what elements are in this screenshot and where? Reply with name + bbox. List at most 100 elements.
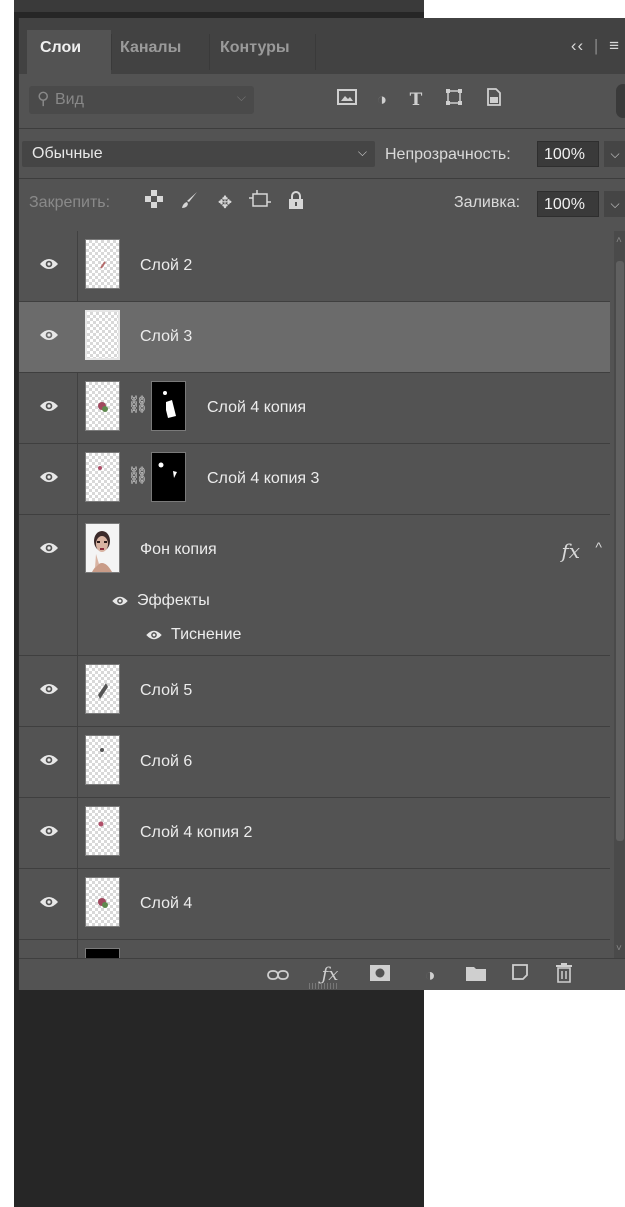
effects-visibility-eye-icon[interactable] xyxy=(111,595,129,607)
layer-mask-thumbnail[interactable] xyxy=(151,381,186,431)
visibility-eye-icon[interactable] xyxy=(39,399,59,413)
layer-thumbnail xyxy=(85,806,120,856)
search-icon: ⚲ xyxy=(37,89,50,108)
collapse-icon[interactable]: ‹‹ xyxy=(571,36,584,55)
panel-tabbar: Слои Каналы Контуры ‹‹ | ≡ xyxy=(19,18,625,74)
top-strip xyxy=(14,0,424,12)
scroll-thumb[interactable] xyxy=(616,261,624,841)
layer-row[interactable]: ⛓ Слой 4 копия 3 xyxy=(19,444,610,515)
adjustment-layer-icon[interactable]: ◑ xyxy=(417,963,443,987)
layer-row[interactable] xyxy=(19,940,610,958)
layers-panel: Слои Каналы Контуры ‹‹ | ≡ ⚲ Вид ⌵ ◑ T О… xyxy=(18,18,625,990)
new-group-icon[interactable] xyxy=(463,963,489,987)
fill-input[interactable]: 100% xyxy=(537,191,599,217)
layer-thumbnail xyxy=(85,735,120,785)
layer-name: Слой 6 xyxy=(140,753,193,770)
visibility-eye-icon[interactable] xyxy=(39,895,59,909)
layer-name: Слой 4 копия 2 xyxy=(140,824,253,841)
lock-artboard-icon[interactable] xyxy=(247,190,273,216)
chevron-up-icon[interactable]: ^ xyxy=(595,539,602,555)
layer-name: Слой 4 xyxy=(140,895,193,912)
divider xyxy=(19,178,625,179)
visibility-eye-icon[interactable] xyxy=(39,541,59,555)
fill-dropdown-button[interactable]: ⌵ xyxy=(604,191,625,217)
image-filter-icon[interactable] xyxy=(334,88,360,112)
layer-thumbnail xyxy=(85,877,120,927)
layer-name: Слой 5 xyxy=(140,682,193,699)
lock-transparency-icon[interactable] xyxy=(141,190,167,216)
layer-row[interactable]: Фон копия fx ^ Эффекты Тиснение xyxy=(19,515,610,656)
blend-mode-select[interactable]: Обычные ⌵ xyxy=(22,141,375,167)
layer-row[interactable]: Слой 6 xyxy=(19,727,610,798)
opacity-label: Непрозрачность: xyxy=(385,146,511,163)
layer-thumbnail xyxy=(85,948,120,958)
visibility-eye-icon[interactable] xyxy=(39,257,59,271)
mask-link-icon[interactable]: ⛓ xyxy=(127,466,149,486)
controls-separator: | xyxy=(593,36,600,55)
layer-name: Слой 3 xyxy=(140,328,193,345)
layer-thumbnail xyxy=(85,239,120,289)
delete-layer-icon[interactable] xyxy=(551,963,577,987)
filter-toggle[interactable] xyxy=(616,84,625,118)
layers-scrollbar[interactable]: ˄ ˅ xyxy=(614,231,625,958)
tab-layers[interactable]: Слои xyxy=(27,30,111,74)
layer-thumbnail xyxy=(85,452,120,502)
layer-row[interactable]: ⛓ Слой 4 копия xyxy=(19,373,610,444)
panel-controls: ‹‹ | ≡ xyxy=(571,36,620,56)
scroll-down-icon[interactable]: ˅ xyxy=(616,943,622,954)
left-margin xyxy=(0,0,14,1207)
lock-label: Закрепить: xyxy=(29,194,111,211)
lock-all-icon[interactable] xyxy=(283,190,309,216)
panel-menu-icon[interactable]: ≡ xyxy=(609,36,620,55)
visibility-eye-icon[interactable] xyxy=(39,470,59,484)
filter-row: ⚲ Вид ⌵ ◑ T xyxy=(19,82,625,122)
panel-footer: ƒx ◑ xyxy=(19,958,625,990)
tab-divider xyxy=(315,34,316,70)
filter-kind-label: Вид xyxy=(55,91,84,108)
filter-kind-select[interactable]: ⚲ Вид ⌵ xyxy=(29,86,254,114)
tab-paths[interactable]: Контуры xyxy=(207,30,315,74)
layer-row[interactable]: Слой 4 копия 2 xyxy=(19,798,610,869)
new-layer-icon[interactable] xyxy=(507,963,533,987)
layer-thumbnail xyxy=(85,523,120,573)
opacity-dropdown-button[interactable]: ⌵ xyxy=(604,141,625,167)
layers-list: Слой 2 Слой 3 ⛓ Слой 4 копия ⛓ Слой 4 ко… xyxy=(19,231,610,958)
add-mask-icon[interactable] xyxy=(367,963,393,987)
visibility-eye-icon[interactable] xyxy=(39,753,59,767)
chevron-down-icon: ⌵ xyxy=(236,90,246,104)
adjustment-filter-icon[interactable]: ◑ xyxy=(369,88,395,112)
link-layers-icon[interactable] xyxy=(265,963,291,987)
chevron-down-icon: ⌵ xyxy=(357,145,367,159)
blend-mode-value: Обычные xyxy=(32,145,103,162)
lock-image-icon[interactable] xyxy=(177,190,203,216)
layer-name: Фон копия xyxy=(140,541,217,558)
layer-row[interactable]: Слой 4 xyxy=(19,869,610,940)
fx-icon[interactable]: fx xyxy=(561,539,580,563)
divider xyxy=(19,128,625,129)
visibility-eye-icon[interactable] xyxy=(39,328,59,342)
visibility-eye-icon[interactable] xyxy=(39,824,59,838)
scroll-up-icon[interactable]: ˄ xyxy=(616,235,622,246)
opacity-value: 100% xyxy=(544,146,585,163)
opacity-input[interactable]: 100% xyxy=(537,141,599,167)
layer-row[interactable]: Слой 3 xyxy=(19,302,610,373)
layer-thumbnail xyxy=(85,310,120,360)
mask-link-icon[interactable]: ⛓ xyxy=(127,395,149,415)
layer-thumbnail xyxy=(85,381,120,431)
visibility-eye-icon[interactable] xyxy=(39,682,59,696)
layer-name: Слой 4 копия 3 xyxy=(207,470,320,487)
layer-name: Слой 2 xyxy=(140,257,193,274)
layer-thumbnail xyxy=(85,664,120,714)
type-filter-icon[interactable]: T xyxy=(403,88,429,112)
effect-visibility-eye-icon[interactable] xyxy=(145,629,163,641)
layer-row[interactable]: Слой 2 xyxy=(19,231,610,302)
layer-row[interactable]: Слой 5 xyxy=(19,656,610,727)
layer-mask-thumbnail[interactable] xyxy=(151,452,186,502)
lock-position-icon[interactable]: ✥ xyxy=(212,190,238,216)
fill-value: 100% xyxy=(544,196,585,213)
shape-filter-icon[interactable] xyxy=(441,88,467,112)
resize-grip[interactable] xyxy=(309,983,339,989)
tab-channels[interactable]: Каналы xyxy=(107,30,207,74)
effect-name: Тиснение xyxy=(171,626,242,643)
smart-object-filter-icon[interactable] xyxy=(481,88,507,112)
